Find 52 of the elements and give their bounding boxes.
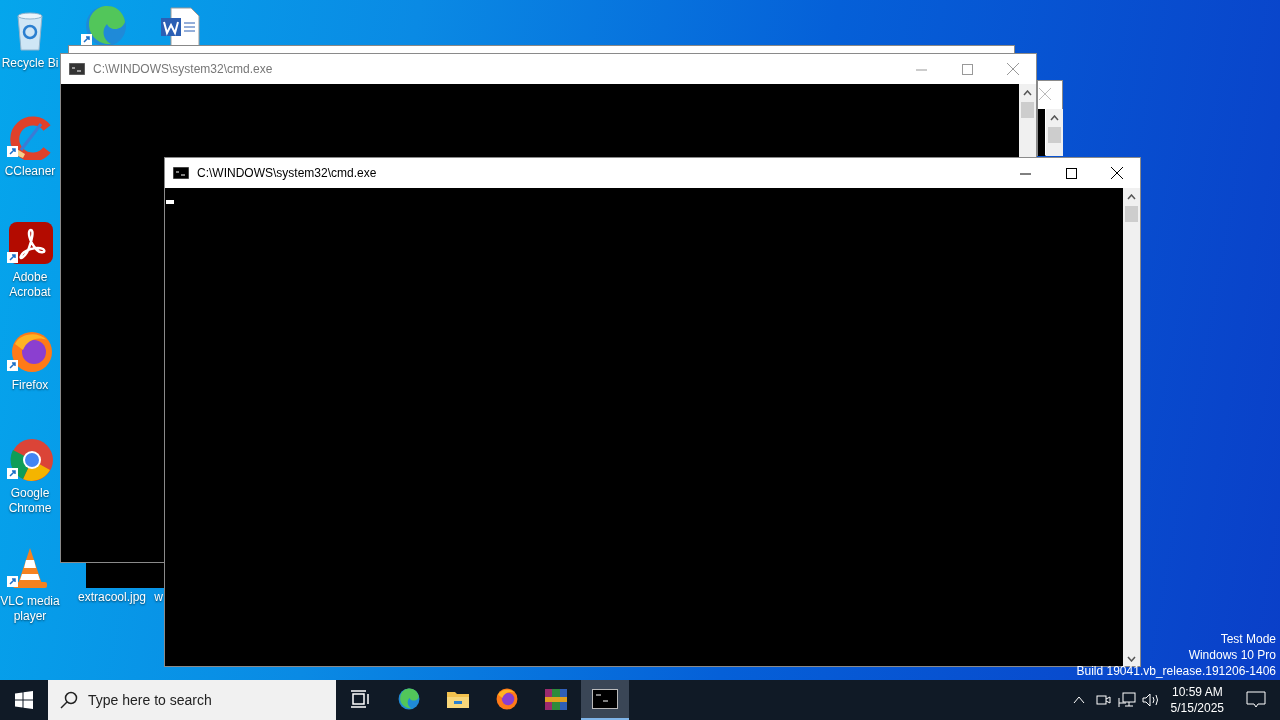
archive-books-icon <box>544 687 568 711</box>
clock-time: 10:59 AM <box>1171 684 1223 700</box>
system-notice: Build 19041.vb_release.191206-1406 <box>1076 663 1276 679</box>
task-view-icon <box>350 690 370 708</box>
console-icon <box>69 63 85 75</box>
scroll-thumb[interactable] <box>1048 127 1061 143</box>
message-icon <box>1246 691 1266 709</box>
acrobat-icon <box>7 222 53 266</box>
scroll-thumb[interactable] <box>1125 206 1138 222</box>
icon-label[interactable]: Recycle Bi <box>1 56 59 71</box>
taskbar-app[interactable] <box>581 680 629 720</box>
console-icon <box>592 689 618 709</box>
search-field[interactable]: Type here to search <box>48 680 336 720</box>
icon-label[interactable]: Adobe Acrobat <box>0 270 60 300</box>
camera-icon <box>1094 692 1111 708</box>
window-title: C:\WINDOWS\system32\cmd.exe <box>93 62 273 76</box>
windows-logo-icon <box>15 691 33 709</box>
console-icon <box>173 167 189 179</box>
window-title: C:\WINDOWS\system32\cmd.exe <box>197 166 377 180</box>
search-icon <box>60 691 78 709</box>
icon-label[interactable]: extracool.jpg <box>77 590 146 605</box>
icon-label[interactable]: CCleaner <box>4 164 56 179</box>
tray-clock[interactable]: 10:59 AM 5/15/2025 <box>1162 684 1232 716</box>
scroll-down-icon[interactable] <box>1127 656 1136 662</box>
network-icon <box>1117 692 1136 708</box>
maximize-icon <box>961 63 973 75</box>
speaker-icon <box>1141 692 1160 708</box>
scrollbar[interactable] <box>1019 84 1036 157</box>
ccleaner-icon <box>7 116 53 160</box>
chrome-icon <box>7 438 53 482</box>
icon-label[interactable]: Google Chrome <box>0 486 60 516</box>
icon-label[interactable]: VLC media player <box>0 594 60 624</box>
chevron-up-icon <box>1072 696 1085 704</box>
firefox-icon <box>7 330 53 374</box>
clock-date: 5/15/2025 <box>1170 700 1224 716</box>
maximize-icon <box>1065 167 1077 179</box>
firefox-icon <box>495 687 519 711</box>
icon-label[interactable]: w <box>154 590 163 605</box>
system-notice: Test Mode <box>1220 631 1276 647</box>
scroll-up-icon[interactable] <box>1050 115 1059 121</box>
scroll-up-icon[interactable] <box>1127 194 1136 200</box>
scrollbar[interactable] <box>1046 109 1063 156</box>
icon-label[interactable]: Firefox <box>11 378 49 393</box>
console-area <box>1038 109 1045 156</box>
scroll-up-icon[interactable] <box>1023 90 1032 96</box>
close-icon <box>1007 63 1019 75</box>
close-icon <box>1111 167 1123 179</box>
system-notice: Windows 10 Pro <box>1188 647 1276 663</box>
scrollbar[interactable] <box>1123 188 1140 666</box>
scroll-thumb[interactable] <box>1021 102 1034 118</box>
folder-icon <box>446 689 470 709</box>
edge-icon <box>397 687 421 711</box>
